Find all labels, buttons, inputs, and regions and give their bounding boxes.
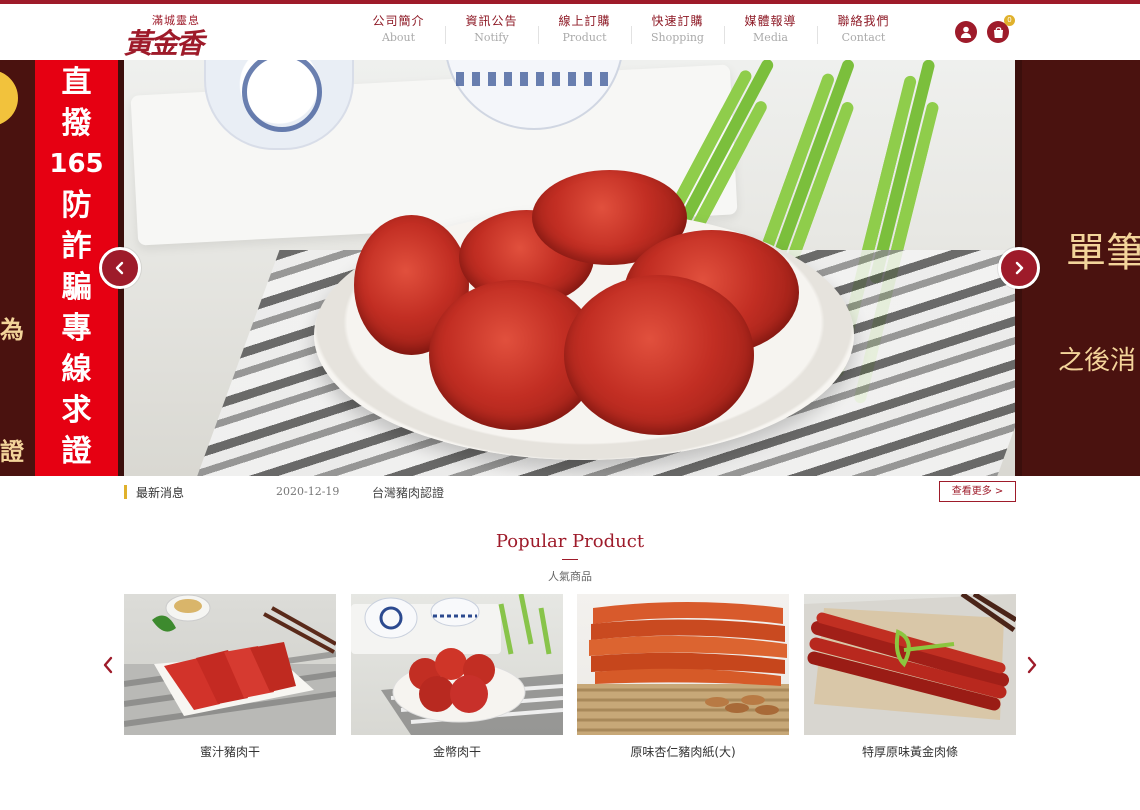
product-name: 金幣肉干 bbox=[432, 745, 481, 759]
nav-label-en: Media bbox=[753, 31, 788, 44]
news-headline-link[interactable]: 台灣豬肉認證 bbox=[372, 484, 444, 501]
seal-graphic bbox=[0, 70, 18, 126]
side-text: 單筆 bbox=[1066, 230, 1140, 276]
nav-label-zh: 公司簡介 bbox=[372, 14, 425, 28]
user-icon bbox=[960, 26, 972, 38]
chevron-right-icon bbox=[1027, 656, 1037, 674]
nav-item-contact[interactable]: 聯絡我們 Contact bbox=[817, 12, 910, 52]
product-card[interactable]: 蜜汁豬肉干 bbox=[124, 594, 336, 760]
nav-label-zh: 線上訂購 bbox=[558, 14, 611, 28]
account-button[interactable] bbox=[955, 21, 977, 43]
nav-label-en: Shopping bbox=[651, 31, 704, 44]
product-name: 蜜汁豬肉干 bbox=[199, 745, 260, 759]
news-date: 2020-12-19 bbox=[276, 485, 340, 498]
hero-next-button[interactable] bbox=[998, 247, 1040, 289]
news-label: 最新消息 bbox=[136, 486, 185, 500]
news-accent-bar bbox=[124, 485, 127, 499]
site-header: 滿城靈息 黃金香 公司簡介 About 資訊公告 Notify 線上訂購 Pro… bbox=[0, 4, 1140, 60]
products-prev-button[interactable] bbox=[100, 655, 116, 675]
cart-count-badge: 0 bbox=[1004, 15, 1015, 26]
chevron-left-icon bbox=[103, 656, 113, 674]
nav-item-notify[interactable]: 資訊公告 Notify bbox=[445, 12, 538, 52]
nav-item-about[interactable]: 公司簡介 About bbox=[352, 12, 445, 52]
product-image bbox=[577, 594, 789, 735]
news-ticker: 最新消息 2020-12-19 台灣豬肉認證 查看更多 > bbox=[124, 481, 1016, 503]
product-image bbox=[804, 594, 1016, 735]
banner-char: 直 bbox=[61, 65, 92, 100]
products-next-button[interactable] bbox=[1024, 655, 1040, 675]
popular-section-subtitle: 人氣商品 bbox=[548, 570, 592, 583]
product-image bbox=[351, 594, 563, 735]
nav-item-shopping[interactable]: 快速訂購 Shopping bbox=[631, 12, 724, 52]
product-card[interactable]: 特厚原味黃金肉條 bbox=[804, 594, 1016, 760]
nav-label-zh: 資訊公告 bbox=[465, 14, 518, 28]
hero-slide-image[interactable] bbox=[124, 60, 1015, 476]
product-image bbox=[124, 594, 336, 735]
chevron-right-icon bbox=[1015, 261, 1024, 275]
hero-prev-button[interactable] bbox=[99, 247, 141, 289]
cart-button[interactable]: 0 bbox=[987, 15, 1015, 43]
nav-label-en: Notify bbox=[474, 31, 509, 44]
product-card[interactable]: 金幣肉干 bbox=[351, 594, 563, 760]
popular-products-list: 蜜汁豬肉干 金幣肉干 原味杏仁豬肉紙(大) 特厚原味黃金肉條 bbox=[124, 594, 1016, 764]
product-name: 原味杏仁豬肉紙(大) bbox=[630, 745, 736, 759]
nav-label-zh: 快速訂購 bbox=[651, 14, 704, 28]
side-text: 為 bbox=[0, 316, 24, 344]
main-nav: 公司簡介 About 資訊公告 Notify 線上訂購 Product 快速訂購… bbox=[352, 12, 910, 52]
product-photo-graphic bbox=[577, 602, 789, 735]
nav-label-zh: 聯絡我們 bbox=[837, 14, 890, 28]
fern-graphic bbox=[765, 60, 856, 279]
nav-label-en: About bbox=[381, 31, 416, 44]
nav-label-en: Contact bbox=[841, 31, 886, 44]
chevron-left-icon bbox=[115, 261, 124, 275]
nav-item-media[interactable]: 媒體報導 Media bbox=[724, 12, 817, 52]
shopping-bag-icon bbox=[993, 26, 1003, 38]
popular-section-title: Popular Product bbox=[495, 531, 645, 552]
banner-char: 專 bbox=[61, 311, 92, 346]
section-divider bbox=[562, 559, 578, 560]
side-text: 證 bbox=[0, 438, 24, 466]
brand-name: 黃金香 bbox=[124, 27, 204, 60]
product-name: 特厚原味黃金肉條 bbox=[861, 745, 958, 759]
banner-char: 防 bbox=[61, 188, 92, 223]
banner-char: 求 bbox=[61, 393, 92, 428]
view-more-button[interactable]: 查看更多 > bbox=[939, 481, 1016, 502]
nav-item-product[interactable]: 線上訂購 Product bbox=[538, 12, 631, 52]
banner-char: 165 bbox=[49, 149, 104, 179]
jerky-piece bbox=[564, 275, 754, 435]
hero-carousel: 為 證 直 撥 165 防 詐 騙 專 線 求 證 單筆 之後消 bbox=[0, 60, 1140, 476]
product-card[interactable]: 原味杏仁豬肉紙(大) bbox=[577, 594, 789, 760]
product-photo-graphic bbox=[804, 594, 1016, 735]
side-text: 之後消 bbox=[1058, 346, 1137, 376]
banner-char: 線 bbox=[61, 352, 92, 387]
nav-label-en: Product bbox=[562, 31, 607, 44]
nav-label-zh: 媒體報導 bbox=[744, 14, 797, 28]
product-photo-graphic bbox=[351, 594, 563, 735]
product-photo-graphic bbox=[124, 594, 336, 735]
banner-char: 證 bbox=[61, 434, 92, 469]
banner-char: 撥 bbox=[61, 106, 92, 141]
brand-logo[interactable]: 滿城靈息 黃金香 bbox=[124, 10, 208, 60]
